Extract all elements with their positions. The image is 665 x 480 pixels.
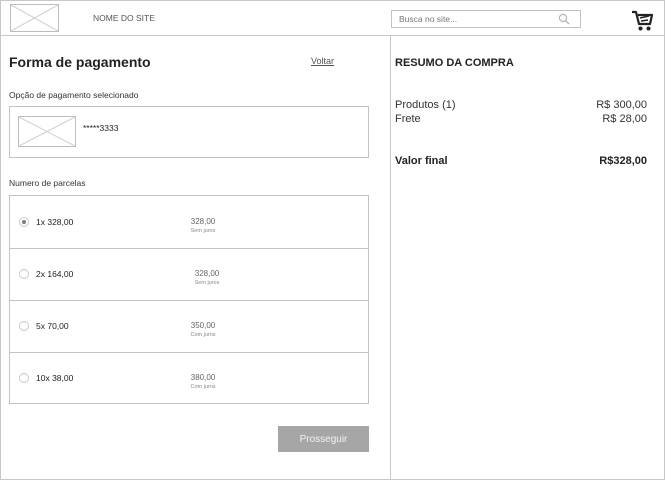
installment-label: 2x 164,00 bbox=[36, 269, 74, 279]
installment-note: Com juros bbox=[190, 384, 216, 390]
installments-list: 1x 328,00 328,00 Sem juros 2x 164,00 328… bbox=[9, 195, 369, 404]
search-input[interactable]: Busca no site... bbox=[391, 10, 581, 28]
installment-note: Com juros bbox=[190, 332, 216, 338]
summary-title: RESUMO DA COMPRA bbox=[395, 57, 514, 69]
installment-option-5x[interactable]: 5x 70,00 350,00 Com juros bbox=[10, 300, 368, 353]
installment-note: Sem juros bbox=[194, 280, 220, 286]
installment-option-1x[interactable]: 1x 328,00 328,00 Sem juros bbox=[10, 196, 368, 249]
site-header: NOME DO SITE Busca no site... bbox=[1, 1, 664, 36]
radio-icon[interactable] bbox=[19, 269, 29, 279]
card-placeholder-icon bbox=[18, 116, 76, 147]
installments-label: Numero de parcelas bbox=[9, 178, 86, 188]
proceed-button[interactable]: Prosseguir bbox=[278, 426, 369, 452]
site-name[interactable]: NOME DO SITE bbox=[93, 13, 155, 23]
selected-payment-card[interactable]: *****3333 bbox=[9, 106, 369, 158]
search-placeholder: Busca no site... bbox=[399, 14, 458, 24]
total-value: R$328,00 bbox=[599, 155, 647, 167]
page-frame: NOME DO SITE Busca no site... Forma de p… bbox=[0, 0, 665, 480]
products-value: R$ 300,00 bbox=[596, 99, 647, 111]
shipping-value: R$ 28,00 bbox=[602, 113, 647, 125]
page-title: Forma de pagamento bbox=[9, 54, 151, 70]
logo-placeholder-icon[interactable] bbox=[10, 4, 59, 32]
installment-total: 328,00 bbox=[194, 269, 220, 278]
installment-label: 10x 38,00 bbox=[36, 373, 74, 383]
search-icon[interactable] bbox=[558, 13, 570, 25]
installment-option-2x[interactable]: 2x 164,00 328,00 Sem juros bbox=[10, 248, 368, 301]
products-label: Produtos (1) bbox=[395, 99, 456, 111]
selected-option-label: Opção de pagamento selecionado bbox=[9, 90, 139, 100]
installment-total: 328,00 bbox=[190, 217, 216, 226]
installment-option-10x[interactable]: 10x 38,00 380,00 Com juros bbox=[10, 352, 368, 404]
installment-total: 350,00 bbox=[190, 321, 216, 330]
logo-cross-icon bbox=[10, 4, 59, 32]
radio-icon[interactable] bbox=[19, 373, 29, 383]
back-link[interactable]: Voltar bbox=[311, 56, 334, 66]
cart-icon[interactable] bbox=[631, 9, 655, 33]
card-image-placeholder bbox=[18, 116, 76, 147]
total-label: Valor final bbox=[395, 155, 448, 167]
radio-icon[interactable] bbox=[19, 321, 29, 331]
order-summary-panel: RESUMO DA COMPRA Produtos (1) R$ 300,00 … bbox=[391, 36, 664, 479]
installment-label: 1x 328,00 bbox=[36, 217, 74, 227]
radio-selected-icon[interactable] bbox=[19, 217, 29, 227]
installment-note: Sem juros bbox=[190, 228, 216, 234]
installment-label: 5x 70,00 bbox=[36, 321, 69, 331]
shipping-label: Frete bbox=[395, 113, 421, 125]
installment-total: 380,00 bbox=[190, 373, 216, 382]
payment-panel: Forma de pagamento Voltar Opção de pagam… bbox=[1, 36, 391, 479]
card-number: *****3333 bbox=[83, 123, 119, 133]
